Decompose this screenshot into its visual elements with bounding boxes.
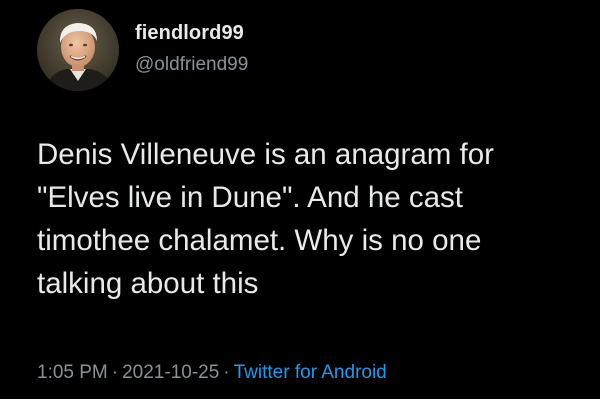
tweet-text-line: "Elves live in Dune". And he cast: [37, 181, 463, 214]
avatar-image: [37, 9, 119, 91]
tweet-metadata: 1:05 PM · 2021-10-25 · Twitter for Android: [37, 362, 387, 384]
tweet-text-line: Denis Villeneuve is an anagram for: [37, 138, 494, 171]
user-handle[interactable]: @oldfriend99: [135, 54, 248, 76]
tweet-time[interactable]: 1:05 PM: [37, 362, 108, 383]
tweet-date[interactable]: 2021-10-25: [122, 362, 219, 383]
tweet-text: Denis Villeneuve is an anagram for "Elve…: [37, 133, 587, 305]
separator: ·: [223, 362, 230, 383]
display-name[interactable]: fiendlord99: [135, 22, 244, 45]
tweet-text-line: talking about this: [37, 267, 259, 300]
avatar[interactable]: [37, 9, 119, 91]
tweet-source-link[interactable]: Twitter for Android: [234, 362, 387, 383]
tweet-card: fiendlord99 @oldfriend99 Denis Villeneuv…: [0, 0, 600, 399]
separator: ·: [111, 362, 119, 383]
tweet-text-line: timothee chalamet. Why is no one: [37, 224, 482, 257]
